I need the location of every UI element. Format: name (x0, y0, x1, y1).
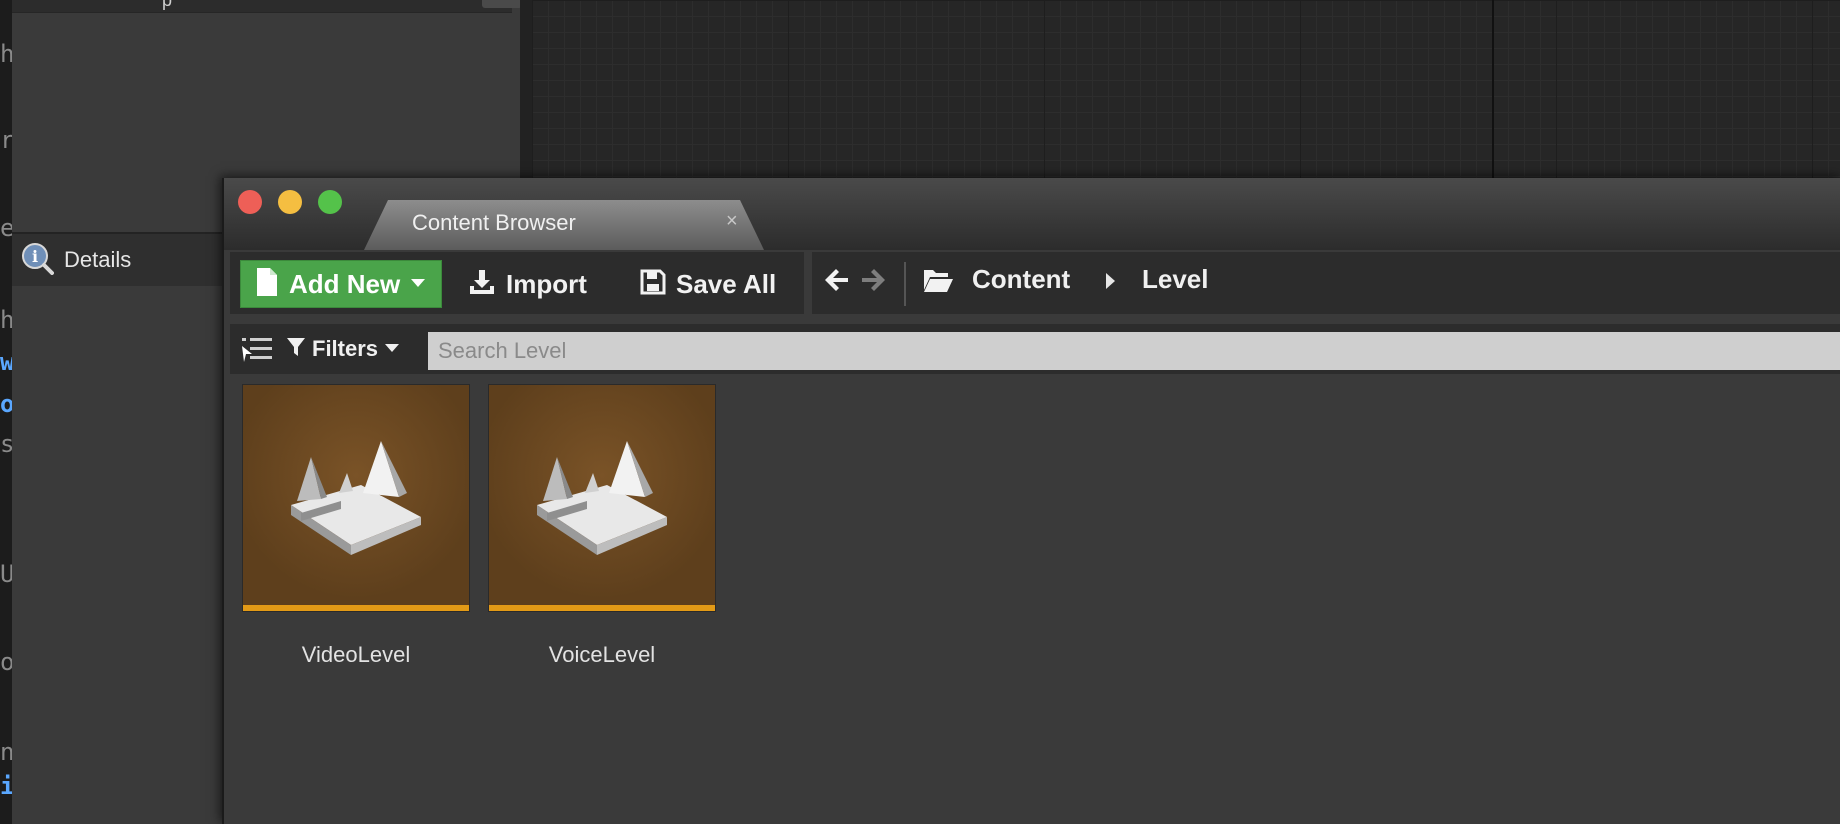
breadcrumb-content[interactable]: Content (972, 264, 1070, 295)
left-panel-header: p (12, 0, 522, 13)
asset-name: VoiceLevel (548, 642, 656, 667)
chevron-down-icon (410, 275, 426, 293)
add-new-label: Add New (289, 268, 401, 299)
asset-type-underline (489, 605, 715, 611)
asset-tile[interactable]: VideoLevel (242, 384, 470, 668)
level-map-icon (291, 441, 421, 555)
tab-content-browser[interactable]: Content Browser × (364, 200, 764, 250)
download-icon (468, 268, 496, 301)
minimize-window-button[interactable] (278, 190, 302, 214)
filter-bar: Filters Search Level (230, 324, 1840, 374)
save-icon (640, 269, 666, 300)
back-arrow-icon[interactable] (822, 266, 850, 302)
header-glyph: p (162, 0, 173, 10)
code-glyph: i (0, 772, 12, 800)
save-all-label: Save All (676, 268, 777, 299)
breadcrumb-separator-icon[interactable] (1104, 272, 1116, 295)
level-asset-thumbnail (488, 384, 716, 612)
zoom-window-button[interactable] (318, 190, 342, 214)
search-input[interactable]: Search Level (428, 332, 1840, 370)
breadcrumb-divider (904, 262, 906, 306)
window-titlebar[interactable]: Content Browser × (224, 178, 1840, 250)
asset-toolbar: Add New Import Save All (230, 252, 804, 314)
graph-axis-line (1492, 0, 1494, 180)
sources-panel-toggle-icon[interactable] (240, 334, 274, 371)
save-all-button[interactable]: Save All (640, 260, 776, 308)
tab-title: Content Browser (412, 210, 576, 235)
level-map-icon (537, 441, 667, 555)
filters-label: Filters (312, 336, 379, 361)
code-glyph: r (0, 126, 12, 154)
asset-name: VideoLevel (301, 642, 411, 667)
import-button[interactable]: Import (468, 260, 587, 308)
filters-button[interactable]: Filters (286, 332, 400, 366)
code-glyph: h (0, 40, 12, 68)
add-new-button[interactable]: Add New (240, 260, 442, 308)
graph-editor-grid[interactable] (532, 0, 1840, 180)
level-asset-thumbnail (242, 384, 470, 612)
asset-type-underline (243, 605, 469, 611)
close-window-button[interactable] (238, 190, 262, 214)
code-glyph: n (0, 738, 12, 766)
code-glyph: e (0, 214, 12, 242)
folder-open-icon[interactable] (922, 266, 954, 299)
content-browser-window: Content Browser × Add New Import Save Al… (222, 178, 1840, 824)
code-glyph: w (0, 348, 12, 376)
code-glyph: U (0, 560, 12, 588)
tab-close-icon[interactable]: × (726, 210, 738, 233)
details-tab[interactable]: i Details (20, 240, 131, 280)
svg-text:i: i (32, 247, 38, 266)
code-glyph: o (0, 648, 12, 676)
code-glyph: s (0, 430, 12, 458)
header-button[interactable] (482, 0, 522, 8)
asset-tile[interactable]: VoiceLevel (488, 384, 716, 668)
code-glyph: h (0, 306, 12, 334)
background-code-editor: h r e h w o s U o n i (0, 0, 12, 824)
code-glyph: o (0, 390, 12, 418)
forward-arrow-icon[interactable] (860, 266, 888, 302)
navigation-bar: Content Level (812, 252, 1840, 314)
details-tab-label: Details (64, 247, 132, 272)
import-label: Import (506, 268, 587, 299)
chevron-down-icon (384, 340, 400, 358)
new-document-icon (255, 267, 279, 302)
details-info-icon: i (20, 241, 54, 280)
funnel-icon (286, 336, 306, 363)
breadcrumb-level[interactable]: Level (1142, 264, 1209, 295)
